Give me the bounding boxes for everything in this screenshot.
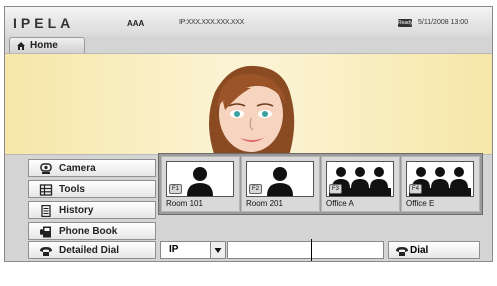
- speed-dial-key: F4: [409, 184, 423, 194]
- callout-line: [311, 239, 312, 261]
- tab-home[interactable]: Home: [9, 37, 85, 54]
- phone-book-icon: [40, 226, 51, 238]
- room-name: Room 201: [246, 199, 283, 208]
- speed-dial-key: F3: [329, 184, 343, 194]
- dial-number-input[interactable]: [227, 241, 384, 259]
- history-button[interactable]: History: [28, 201, 156, 219]
- history-label: History: [59, 205, 94, 216]
- status-badge: Ready: [398, 19, 413, 27]
- camera-button[interactable]: Camera: [28, 159, 156, 177]
- dial-button-label: Dial: [410, 245, 429, 256]
- tools-label: Tools: [59, 184, 85, 195]
- datetime: 5/11/2008 13:00: [418, 19, 469, 26]
- phonebook-entry-office-e[interactable]: F4 Office E: [401, 156, 480, 212]
- system-name: AAA: [127, 19, 145, 28]
- video-conference-screen: IPELA AAA IP:XXX.XXX.XXX.XXX Ready 5/11/…: [4, 6, 493, 262]
- protocol-select[interactable]: IP: [160, 241, 226, 259]
- history-icon: [41, 205, 51, 217]
- camera-label: Camera: [59, 163, 96, 174]
- ip-address: IP:XXX.XXX.XXX.XXX: [179, 19, 245, 26]
- remote-participant-video: [209, 65, 295, 154]
- phonebook-entry-room-201[interactable]: F2 Room 201: [241, 156, 320, 212]
- room-201-preview: F2: [246, 161, 314, 197]
- phonebook-entry-room-101[interactable]: F1 Room 101: [161, 156, 240, 212]
- status-bar: IPELA AAA IP:XXX.XXX.XXX.XXX Ready 5/11/…: [5, 7, 492, 37]
- phone-book-button[interactable]: Phone Book: [28, 222, 156, 240]
- protocol-value: IP: [169, 244, 179, 255]
- dial-button[interactable]: Dial: [388, 241, 480, 259]
- detailed-dial-button[interactable]: Detailed Dial: [28, 241, 156, 259]
- room-name: Room 101: [166, 199, 203, 208]
- ipela-logo: IPELA: [13, 15, 75, 31]
- speed-dial-key: F1: [169, 184, 183, 194]
- chevron-down-icon[interactable]: [210, 242, 225, 258]
- camera-icon: [40, 163, 52, 174]
- main-video-area: [5, 53, 492, 155]
- room-101-preview: F1: [166, 161, 234, 197]
- tools-button[interactable]: Tools: [28, 180, 156, 198]
- detailed-dial-icon: [40, 247, 52, 256]
- tab-home-label: Home: [30, 40, 58, 51]
- room-name: Office E: [406, 199, 435, 208]
- phone-icon: [396, 247, 408, 256]
- tools-icon: [39, 184, 53, 196]
- home-icon: [17, 42, 25, 50]
- room-name: Office A: [326, 199, 354, 208]
- speed-dial-key: F2: [249, 184, 263, 194]
- office-a-preview: F3: [326, 161, 394, 197]
- detailed-dial-label: Detailed Dial: [59, 245, 120, 256]
- phonebook-quick-dial-tray: F1 Room 101 F2 Room 201 F3 Office A F4 O…: [158, 153, 483, 215]
- phone-book-label: Phone Book: [59, 226, 118, 237]
- office-e-preview: F4: [406, 161, 474, 197]
- phonebook-entry-office-a[interactable]: F3 Office A: [321, 156, 400, 212]
